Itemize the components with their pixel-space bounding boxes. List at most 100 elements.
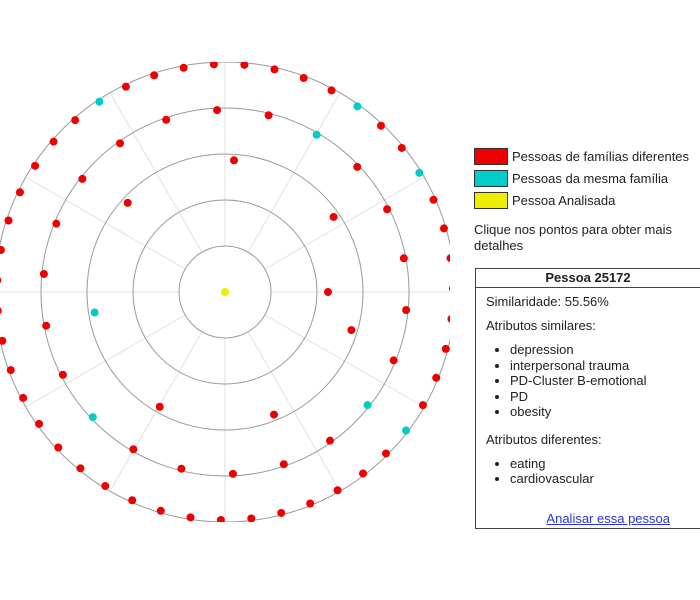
list-item: PD bbox=[510, 389, 690, 405]
different-family-point[interactable] bbox=[156, 506, 165, 515]
different-family-point[interactable] bbox=[383, 205, 392, 214]
same-family-point[interactable] bbox=[415, 168, 424, 177]
different-family-point[interactable] bbox=[0, 336, 7, 345]
different-family-point[interactable] bbox=[325, 436, 334, 445]
legend-swatch-cyan bbox=[474, 169, 508, 187]
same-family-point[interactable] bbox=[312, 130, 321, 139]
different-family-point[interactable] bbox=[402, 306, 411, 315]
different-family-point[interactable] bbox=[441, 344, 450, 353]
different-family-point[interactable] bbox=[448, 285, 450, 293]
different-family-point[interactable] bbox=[71, 116, 80, 125]
different-family-point[interactable] bbox=[429, 195, 438, 204]
different-family-point[interactable] bbox=[4, 216, 13, 225]
list-item: depression bbox=[510, 342, 690, 358]
list-item: cardiovascular bbox=[510, 471, 690, 487]
different-attributes-heading: Atributos diferentes: bbox=[486, 431, 602, 447]
different-family-point[interactable] bbox=[121, 82, 130, 91]
different-family-point[interactable] bbox=[101, 482, 110, 491]
different-family-point[interactable] bbox=[240, 62, 249, 69]
different-family-point[interactable] bbox=[0, 307, 2, 315]
different-family-point[interactable] bbox=[277, 508, 286, 517]
different-family-point[interactable] bbox=[381, 449, 390, 458]
different-family-point[interactable] bbox=[376, 121, 385, 130]
different-family-point[interactable] bbox=[15, 188, 24, 197]
different-family-point[interactable] bbox=[0, 276, 2, 284]
different-family-point[interactable] bbox=[299, 74, 308, 83]
different-family-point[interactable] bbox=[35, 419, 44, 428]
different-family-point[interactable] bbox=[78, 174, 87, 183]
same-family-point[interactable] bbox=[363, 401, 372, 410]
same-family-point[interactable] bbox=[88, 413, 97, 422]
same-family-point[interactable] bbox=[95, 97, 104, 106]
different-family-point[interactable] bbox=[31, 161, 40, 170]
person-details-panel: Pessoa 25172 Similaridade: 55.56% Atribu… bbox=[475, 268, 700, 529]
different-family-point[interactable] bbox=[447, 315, 450, 323]
different-family-point[interactable] bbox=[439, 224, 448, 233]
panel-body: Similaridade: 55.56% Atributos similares… bbox=[476, 288, 700, 505]
legend-label: Pessoas da mesma família bbox=[512, 170, 669, 186]
different-family-point[interactable] bbox=[399, 254, 408, 263]
different-family-point[interactable] bbox=[116, 139, 125, 148]
different-family-point[interactable] bbox=[39, 269, 48, 278]
different-family-point[interactable] bbox=[42, 321, 51, 330]
different-family-point[interactable] bbox=[432, 373, 441, 382]
different-family-point[interactable] bbox=[247, 514, 256, 522]
different-family-point[interactable] bbox=[228, 469, 237, 478]
different-family-point[interactable] bbox=[347, 326, 356, 335]
list-item: eating bbox=[510, 456, 690, 472]
different-family-point[interactable] bbox=[230, 156, 239, 165]
different-family-point[interactable] bbox=[327, 86, 336, 95]
panel-title: Pessoa 25172 bbox=[476, 269, 700, 288]
list-item: interpersonal trauma bbox=[510, 358, 690, 374]
different-family-point[interactable] bbox=[279, 460, 288, 469]
legend-label: Pessoas de famílias diferentes bbox=[512, 148, 690, 164]
different-family-point[interactable] bbox=[179, 63, 188, 72]
similar-attributes-heading: Atributos similares: bbox=[486, 318, 596, 333]
different-family-point[interactable] bbox=[54, 443, 63, 452]
different-family-point[interactable] bbox=[359, 469, 368, 478]
analyze-person-link[interactable]: Analisar essa pessoa bbox=[546, 511, 670, 526]
same-family-point[interactable] bbox=[402, 426, 411, 435]
different-family-point[interactable] bbox=[6, 366, 15, 375]
same-family-point[interactable] bbox=[353, 102, 362, 111]
different-family-point[interactable] bbox=[333, 486, 342, 495]
different-family-point[interactable] bbox=[123, 198, 132, 207]
legend-item-analyzed-person: Pessoa Analisada bbox=[474, 189, 689, 211]
different-family-point[interactable] bbox=[76, 464, 85, 473]
same-family-point[interactable] bbox=[90, 308, 99, 317]
different-family-point[interactable] bbox=[150, 71, 159, 80]
different-family-point[interactable] bbox=[418, 401, 427, 410]
different-family-point[interactable] bbox=[264, 111, 273, 120]
different-family-point[interactable] bbox=[162, 115, 171, 124]
different-family-point[interactable] bbox=[353, 162, 362, 171]
legend-swatch-red bbox=[474, 147, 508, 165]
similarity-value: Similaridade: 55.56% bbox=[486, 294, 609, 309]
different-family-point[interactable] bbox=[129, 445, 138, 454]
legend-swatch-yellow bbox=[474, 191, 508, 209]
analyzed-person-point[interactable] bbox=[221, 288, 229, 296]
different-family-point[interactable] bbox=[389, 356, 398, 365]
different-family-point[interactable] bbox=[270, 410, 279, 419]
click-hint: Clique nos pontos para obter mais detalh… bbox=[474, 222, 673, 253]
list-item: obesity bbox=[510, 404, 690, 420]
different-family-point[interactable] bbox=[213, 106, 222, 115]
legend: Pessoas de famílias diferentes Pessoas d… bbox=[474, 145, 689, 211]
different-family-point[interactable] bbox=[216, 515, 225, 522]
different-family-point[interactable] bbox=[128, 496, 137, 505]
different-family-point[interactable] bbox=[177, 464, 186, 473]
different-family-point[interactable] bbox=[329, 212, 338, 221]
different-family-point[interactable] bbox=[19, 393, 28, 402]
different-family-point[interactable] bbox=[324, 288, 332, 296]
different-family-point[interactable] bbox=[49, 137, 58, 146]
different-family-point[interactable] bbox=[155, 402, 164, 411]
different-family-point[interactable] bbox=[209, 62, 218, 69]
different-family-point[interactable] bbox=[186, 513, 195, 522]
different-family-point[interactable] bbox=[270, 65, 279, 74]
different-family-point[interactable] bbox=[58, 370, 67, 379]
different-family-point[interactable] bbox=[446, 254, 450, 263]
different-family-point[interactable] bbox=[0, 246, 5, 254]
different-family-point[interactable] bbox=[306, 499, 315, 508]
different-family-point[interactable] bbox=[52, 219, 61, 228]
different-family-point[interactable] bbox=[397, 143, 406, 152]
different-attributes-list: eating cardiovascular bbox=[486, 456, 690, 487]
